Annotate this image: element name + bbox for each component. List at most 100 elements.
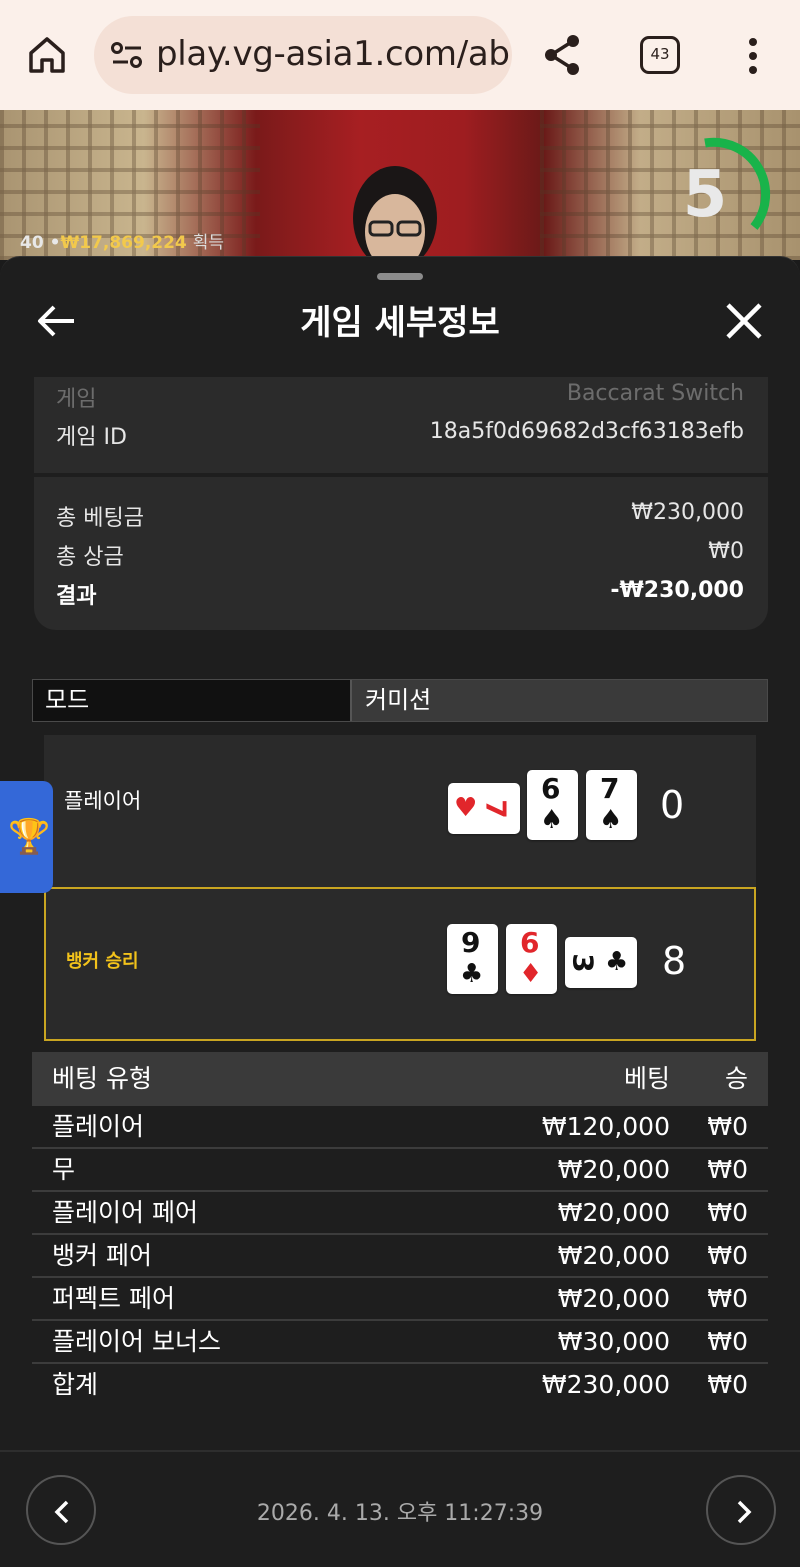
table-row: 퍼펙트 페어 ₩20,000 ₩0: [32, 1278, 768, 1321]
win-amount: ₩0: [707, 1198, 748, 1227]
summary-value: ₩0: [708, 539, 744, 564]
more-vert-icon[interactable]: [742, 36, 764, 76]
win-amount: ₩0: [707, 1155, 748, 1184]
summary-row: 총 상금 ₩0: [56, 539, 744, 571]
table-header: 베팅 유형 베팅 승: [32, 1052, 768, 1106]
chevron-right-icon: [737, 1500, 752, 1524]
playing-card: 9 ♣: [447, 924, 498, 994]
header-win: 승: [724, 1064, 748, 1093]
info-value: Baccarat Switch: [566, 381, 744, 406]
sheet-title: 게임 세부정보: [300, 303, 500, 343]
info-row: 게임 Baccarat Switch: [56, 381, 744, 413]
trophy-tab-button[interactable]: 🏆: [0, 781, 53, 893]
countdown-timer: 5: [655, 135, 775, 255]
bet-amount: ₩230,000: [541, 1370, 670, 1399]
card-suit: ♦: [519, 959, 543, 989]
playing-card: 7 ♠: [586, 770, 637, 840]
winners-count: 40: [20, 233, 44, 253]
tune-icon[interactable]: [110, 40, 144, 70]
summary-label: 총 베팅금: [56, 506, 144, 531]
playing-card: 3 ♣: [565, 937, 637, 988]
info-row: 게임 ID 18a5f0d69682d3cf63183efb: [56, 419, 744, 451]
result-label: 결과: [56, 584, 97, 609]
winners-ticker: 40 •₩17,869,224 획득: [20, 228, 224, 253]
header-bet: 베팅: [623, 1064, 670, 1093]
win-amount: ₩0: [707, 1370, 748, 1399]
bet-summary-card: 총 베팅금 ₩230,000 총 상금 ₩0 결과 -₩230,000: [34, 477, 768, 630]
live-video: 5 40 •₩17,869,224 획득: [0, 110, 800, 260]
playing-card: 6 ♠: [527, 770, 578, 840]
table-row: 플레이어 ₩120,000 ₩0: [32, 1106, 768, 1149]
banker-label: 뱅커 승리: [66, 951, 139, 972]
bet-amount: ₩20,000: [557, 1198, 670, 1227]
summary-label: 총 상금: [56, 545, 124, 570]
card-rank: 7: [479, 799, 513, 819]
card-rank: 6: [541, 772, 561, 805]
win-amount: ₩0: [707, 1327, 748, 1356]
mode-value: 커미션: [365, 686, 432, 714]
info-label: 게임 ID: [56, 425, 127, 450]
trophy-icon: 🏆: [8, 817, 51, 857]
card-rank: 7: [600, 772, 620, 805]
next-game-button[interactable]: [706, 1475, 776, 1545]
playing-card: 6 ♦: [506, 924, 557, 994]
win-amount: ₩0: [707, 1112, 748, 1141]
win-amount: ₩0: [707, 1241, 748, 1270]
card-rank: 3: [566, 953, 600, 973]
home-icon[interactable]: [26, 34, 68, 76]
bet-amount: ₩120,000: [541, 1112, 670, 1141]
game-id-value: 18a5f0d69682d3cf63183efb: [429, 419, 744, 444]
table-row: 플레이어 페어 ₩20,000 ₩0: [32, 1192, 768, 1235]
win-amount: ₩0: [707, 1284, 748, 1313]
card-rank: 6: [520, 926, 540, 959]
bet-type: 퍼펙트 페어: [52, 1284, 175, 1313]
bet-amount: ₩20,000: [557, 1155, 670, 1184]
share-icon[interactable]: [540, 32, 586, 78]
info-label: 게임: [56, 387, 97, 412]
close-icon[interactable]: [722, 299, 766, 343]
drag-handle[interactable]: [377, 273, 423, 280]
game-timestamp: 2026. 4. 13. 오후 11:27:39: [256, 1501, 544, 1526]
bet-type: 플레이어 페어: [52, 1198, 198, 1227]
table-row: 무 ₩20,000 ₩0: [32, 1149, 768, 1192]
mode-row: 모드 커미션: [32, 679, 768, 722]
address-bar[interactable]: play.vg-asia1.com/ab2: [94, 16, 512, 94]
bet-type: 뱅커 페어: [52, 1241, 152, 1270]
table-row: 뱅커 페어 ₩20,000 ₩0: [32, 1235, 768, 1278]
tabs-icon[interactable]: 43: [640, 36, 680, 74]
timer-value: 5: [682, 158, 728, 232]
card-rank: 9: [461, 926, 481, 959]
mode-label: 모드: [33, 680, 352, 721]
bet-type: 플레이어 보너스: [52, 1327, 221, 1356]
summary-row: 결과 -₩230,000: [56, 578, 744, 610]
summary-value: ₩230,000: [631, 500, 744, 525]
url-text: play.vg-asia1.com/ab2: [156, 34, 512, 74]
player-score: 0: [660, 783, 685, 827]
card-suit: ♠: [599, 805, 623, 835]
tab-count: 43: [650, 45, 670, 63]
game-details-sheet: 게임 세부정보 게임 Baccarat Switch 게임 ID 18a5f0d…: [0, 256, 800, 1567]
browser-toolbar: play.vg-asia1.com/ab2 43: [0, 0, 800, 110]
player-label: 플레이어: [64, 789, 142, 813]
banker-hand: 뱅커 승리 9 ♣ 6 ♦ 3 ♣ 8: [44, 887, 756, 1041]
card-suit: ♣: [460, 959, 484, 989]
bets-table: 베팅 유형 베팅 승 플레이어 ₩120,000 ₩0 무 ₩20,000 ₩0…: [32, 1052, 768, 1407]
divider: [0, 1450, 800, 1452]
bet-amount: ₩20,000: [557, 1241, 670, 1270]
summary-row: 총 베팅금 ₩230,000: [56, 500, 744, 532]
dealer-image: [353, 166, 437, 260]
card-suit: ♠: [540, 805, 564, 835]
bet-type: 무: [52, 1155, 76, 1184]
playing-card: ♥ 7: [448, 783, 520, 834]
winners-amount: ₩17,869,224: [60, 233, 187, 253]
game-info-card: 게임 Baccarat Switch 게임 ID 18a5f0d69682d3c…: [34, 377, 768, 473]
card-suit: ♥: [454, 793, 478, 823]
bet-amount: ₩30,000: [557, 1327, 670, 1356]
bet-type: 합계: [52, 1370, 99, 1399]
banker-score: 8: [662, 939, 687, 983]
table-total-row: 합계 ₩230,000 ₩0: [32, 1364, 768, 1407]
card-suit: ♣: [605, 947, 629, 977]
player-hand: 플레이어 ♥ 7 6 ♠ 7 ♠ 0: [44, 735, 756, 887]
winners-label: 획득: [192, 233, 224, 253]
table-row: 플레이어 보너스 ₩30,000 ₩0: [32, 1321, 768, 1364]
